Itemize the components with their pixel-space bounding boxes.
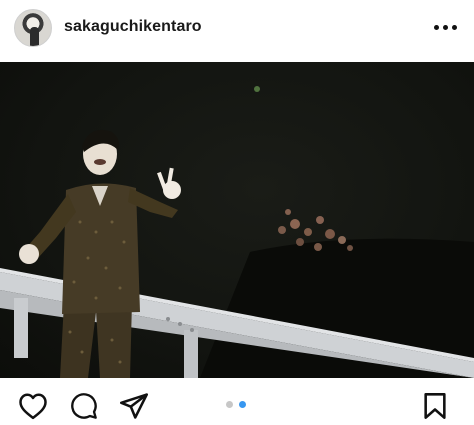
post-photo[interactable] [0,62,474,378]
carousel-dot-2-active[interactable] [239,401,246,408]
avatar-figure [30,27,39,46]
share-icon[interactable] [118,392,150,425]
carousel-indicator [226,401,250,409]
post-header: sakaguchikentaro [0,0,474,62]
photo-scene [0,86,474,378]
carousel-dot-1[interactable] [226,401,233,408]
distant-light [254,86,260,92]
bookmark-icon[interactable] [422,392,448,425]
heart-icon[interactable] [18,392,48,425]
comment-icon[interactable] [69,392,99,425]
username[interactable]: sakaguchikentaro [64,18,202,36]
more-options-icon[interactable] [434,22,458,34]
person-figure [19,129,181,378]
avatar[interactable] [14,9,52,47]
